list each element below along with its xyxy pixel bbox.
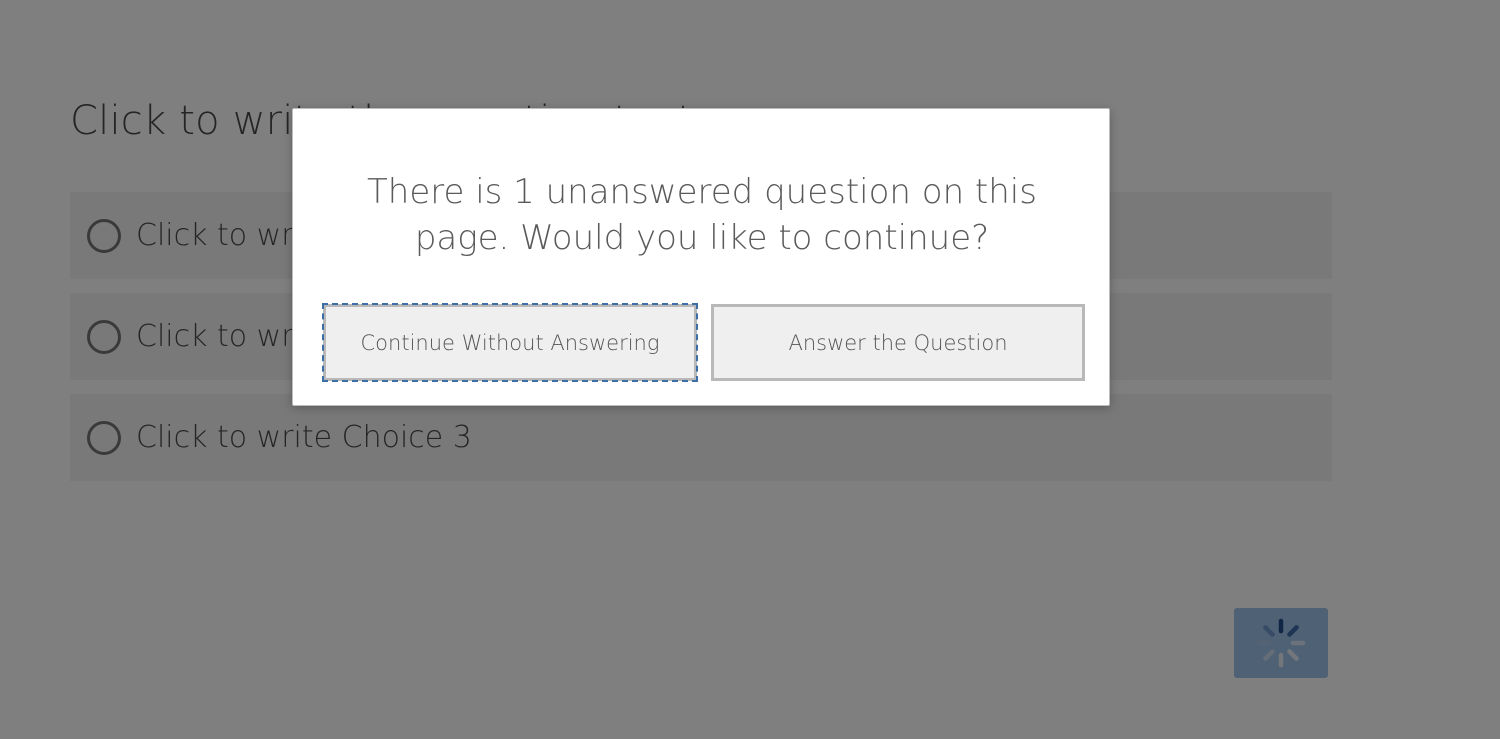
survey-page: Click to write the question text Click t… bbox=[0, 0, 1500, 739]
answer-the-question-button[interactable]: Answer the Question bbox=[711, 304, 1085, 381]
unanswered-question-dialog: There is 1 unanswered question on this p… bbox=[292, 108, 1110, 406]
continue-without-answering-button[interactable]: Continue Without Answering bbox=[322, 303, 698, 382]
dialog-message: There is 1 unanswered question on this p… bbox=[367, 172, 1037, 258]
